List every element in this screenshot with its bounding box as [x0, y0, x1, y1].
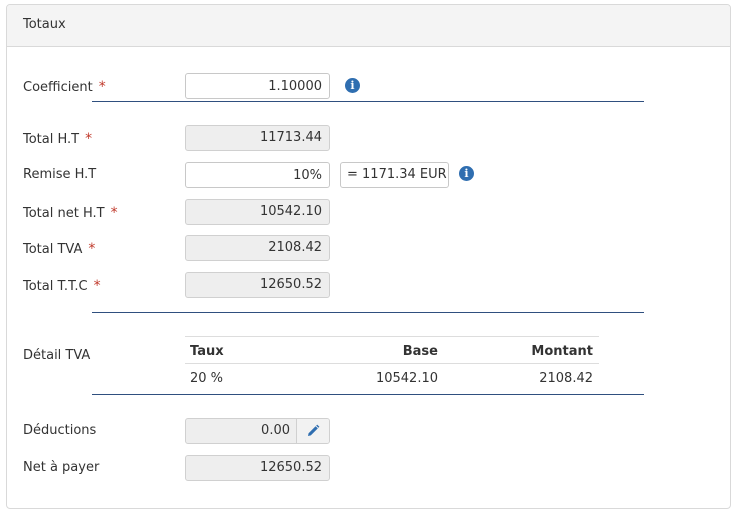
- total-tva-label: Total TVA *: [23, 241, 95, 257]
- detail-tva-label: Détail TVA: [23, 348, 91, 363]
- remise-ht-label: Remise H.T: [23, 167, 97, 182]
- separator: [92, 312, 644, 313]
- total-net-ht-value: 10542.10: [185, 199, 330, 225]
- total-tva-value: 2108.42: [185, 235, 330, 261]
- total-ht-label-text: Total H.T: [23, 132, 80, 147]
- header-base: Base: [402, 344, 438, 359]
- cell-taux: 20 %: [190, 371, 224, 386]
- total-ttc-label: Total T.T.C *: [23, 278, 101, 294]
- required-asterisk: *: [110, 205, 118, 221]
- coefficient-label: Coefficient *: [23, 79, 106, 95]
- info-icon[interactable]: i: [459, 166, 474, 181]
- detail-tva-table: Taux Base Montant 20 % 10542.10 2108.42: [185, 336, 599, 392]
- pencil-icon: [308, 424, 320, 436]
- deductions-label: Déductions: [23, 423, 97, 438]
- deductions-field: 0.00: [185, 418, 330, 444]
- remise-amount: = 1171.34 EUR: [340, 162, 449, 188]
- header-montant: Montant: [531, 344, 593, 359]
- net-a-payer-label: Net à payer: [23, 460, 100, 475]
- panel-title: Totaux: [7, 5, 730, 47]
- required-asterisk: *: [98, 79, 106, 95]
- net-a-payer-value: 12650.52: [185, 455, 330, 481]
- cell-montant: 2108.42: [539, 371, 593, 386]
- required-asterisk: *: [88, 241, 96, 257]
- total-ht-label: Total H.T *: [23, 131, 92, 147]
- info-icon[interactable]: i: [345, 78, 360, 93]
- total-net-ht-label-text: Total net H.T: [23, 206, 105, 221]
- separator: [92, 101, 644, 102]
- cell-base: 10542.10: [375, 371, 438, 386]
- coefficient-label-text: Coefficient: [23, 80, 93, 95]
- edit-deductions-button[interactable]: [296, 419, 329, 443]
- table-row: 20 % 10542.10 2108.42: [185, 364, 599, 392]
- coefficient-input[interactable]: [185, 73, 330, 99]
- separator: [92, 394, 644, 395]
- total-ht-value: 11713.44: [185, 125, 330, 151]
- deductions-value: 0.00: [261, 423, 290, 438]
- total-ttc-value: 12650.52: [185, 272, 330, 298]
- header-taux: Taux: [190, 344, 224, 359]
- remise-ht-input[interactable]: [185, 162, 330, 188]
- required-asterisk: *: [85, 131, 93, 147]
- totaux-panel: Totaux: [6, 4, 731, 509]
- required-asterisk: *: [93, 278, 101, 294]
- total-ttc-label-text: Total T.T.C: [23, 279, 88, 294]
- table-header: Taux Base Montant: [185, 336, 599, 364]
- total-tva-label-text: Total TVA: [23, 242, 83, 257]
- total-net-ht-label: Total net H.T *: [23, 205, 118, 221]
